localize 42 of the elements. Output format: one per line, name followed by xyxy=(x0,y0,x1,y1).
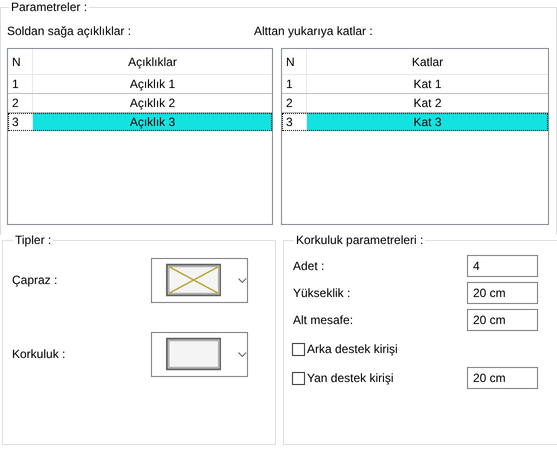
list-row[interactable]: 1 Kat 1 xyxy=(282,75,548,94)
field-label: Korkuluk : xyxy=(11,347,66,361)
frame-icon xyxy=(166,337,222,371)
checkbox-label: Yan destek kirişi xyxy=(307,371,394,385)
input-field[interactable]: 20 cm xyxy=(467,309,538,331)
table-cell-text: Açıklık 2 xyxy=(128,95,176,112)
checkbox-label: Arka destek kirişi xyxy=(307,342,398,356)
list-row[interactable]: 1 Açıklık 1 xyxy=(8,75,272,94)
table-cell-text: Kat 1 xyxy=(412,76,443,93)
table-cell: Açıklık 3 xyxy=(33,113,272,131)
input-field[interactable]: 20 cm xyxy=(467,367,538,389)
caret-icon xyxy=(238,278,247,282)
list-label: Alttan yukarıya katlar : xyxy=(254,24,374,38)
input-field[interactable]: 4 xyxy=(467,255,538,277)
field-label: Çapraz : xyxy=(11,273,58,287)
list-row[interactable]: 3 Kat 3 xyxy=(282,113,548,131)
list-label: Soldan sağa açıklıklar : xyxy=(7,24,132,38)
type-dropdown[interactable] xyxy=(151,258,248,302)
column-header[interactable]: Katlar xyxy=(307,49,548,74)
field-label: Adet : xyxy=(292,259,326,273)
field-label: Alt mesafe: xyxy=(292,313,354,327)
table-cell: 2 xyxy=(282,94,307,112)
group-title: Tipler : xyxy=(14,233,52,247)
column-header[interactable]: N xyxy=(8,49,33,74)
table-cell: 1 xyxy=(282,75,307,93)
column-header[interactable]: Açıklıklar xyxy=(33,49,272,74)
list-row[interactable]: 3 Açıklık 3 xyxy=(8,113,272,131)
table-cell: 1 xyxy=(8,75,33,93)
column-header[interactable]: N xyxy=(282,49,307,74)
table-cell: Kat 3 xyxy=(307,113,548,131)
caret-icon xyxy=(238,352,247,356)
field-label: Yükseklik : xyxy=(292,286,352,300)
type-dropdown[interactable] xyxy=(151,332,248,376)
checkbox[interactable] xyxy=(292,342,305,356)
table-cell-text: Açıklık 1 xyxy=(128,76,176,93)
table-cell-text: Kat 2 xyxy=(412,95,443,112)
group-title: Parametreler : xyxy=(10,0,88,14)
group-title: Korkuluk parametreleri : xyxy=(295,233,424,247)
crossed-frame-icon xyxy=(166,263,222,297)
input-field[interactable]: 20 cm xyxy=(467,282,538,304)
checkbox[interactable] xyxy=(292,372,305,384)
table-cell: 2 xyxy=(8,94,33,112)
